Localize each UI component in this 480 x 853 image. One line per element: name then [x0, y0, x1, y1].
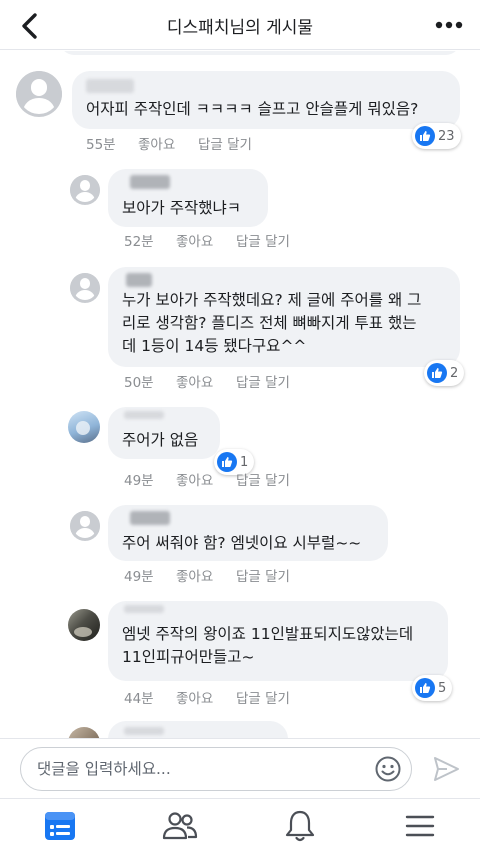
commenter-name-redacted[interactable]	[130, 511, 170, 525]
thumbs-up-icon	[427, 363, 447, 383]
like-link[interactable]: 좋아요	[176, 687, 236, 707]
send-icon[interactable]	[430, 753, 462, 785]
reply-link[interactable]: 답글 달기	[198, 133, 252, 153]
page-title: 디스패치님의 게시물	[166, 18, 314, 38]
avatar[interactable]	[16, 71, 62, 117]
reply-item: 누가 보아가 주작했데요? 제 글에 주어를 왜 그 리로 생각함? 플디즈 전…	[0, 253, 480, 393]
thumbs-up-icon	[415, 678, 435, 698]
comment-composer	[0, 738, 480, 798]
comment-time: 49분	[124, 473, 154, 489]
comment-meta: 55분 좋아요 답글 달기	[86, 133, 252, 153]
reply-link[interactable]: 답글 달기	[236, 565, 290, 585]
reply-link[interactable]: 답글 달기	[236, 230, 290, 250]
comment-text: 보아가 주작했냐ㅋ	[122, 199, 242, 217]
reply-item: 엠넷 주작의 왕이죠 11인발표되지도않았는데 11인피규어만들고~ 5 44분…	[0, 589, 480, 709]
top-app-bar: 디스패치님의 게시물	[0, 0, 480, 50]
comment-time: 49분	[124, 569, 154, 585]
like-link[interactable]: 좋아요	[176, 469, 236, 489]
comment-text: 어자피 주작인데 ㅋㅋㅋㅋ 슬프고 안슬플게 뭐있음?	[86, 100, 419, 118]
comment-meta: 50분 좋아요 답글 달기	[124, 371, 290, 391]
reaction-count-badge[interactable]: 5	[412, 675, 453, 701]
commenter-name-redacted[interactable]	[126, 273, 152, 287]
commenter-name-redacted[interactable]	[124, 605, 164, 613]
menu-icon[interactable]	[400, 807, 440, 845]
comment-time: 55분	[86, 137, 116, 153]
comment-bubble[interactable]: 주어 써줘야 함? 엠넷이요 시부럴~~	[108, 505, 388, 561]
comment-bubble[interactable]: 어자피 주작인데 ㅋㅋㅋㅋ 슬프고 안슬플게 뭐있음?	[72, 71, 460, 129]
comment-time: 44분	[124, 691, 154, 707]
reply-link[interactable]: 답글 달기	[236, 469, 290, 489]
commenter-name-redacted[interactable]	[124, 727, 164, 735]
comment-item: 어자피 주작인데 ㅋㅋㅋㅋ 슬프고 안슬플게 뭐있음? 55분 좋아요 답글 달기 …	[0, 51, 480, 163]
comment-meta: 44분 좋아요 답글 달기	[124, 687, 290, 707]
comment-meta: 49분 좋아요 답글 달기	[124, 565, 290, 585]
more-options-icon[interactable]	[432, 12, 466, 38]
comment-meta: 52분 좋아요 답글 달기	[124, 230, 290, 250]
news-feed-icon[interactable]	[40, 807, 80, 845]
comment-input[interactable]	[20, 747, 412, 791]
commenter-name-redacted[interactable]	[130, 175, 170, 189]
notifications-bell-icon[interactable]	[280, 807, 320, 845]
reaction-count-badge[interactable]: 2	[424, 360, 465, 386]
comment-text: 주어가 없음	[122, 431, 199, 449]
reaction-count-badge[interactable]: 23	[412, 123, 461, 149]
comment-thread[interactable]: 어자피 주작인데 ㅋㅋㅋㅋ 슬프고 안슬플게 뭐있음? 55분 좋아요 답글 달기 …	[0, 51, 480, 738]
reply-link[interactable]: 답글 달기	[236, 371, 290, 391]
like-link[interactable]: 좋아요	[176, 371, 236, 391]
reaction-count: 2	[450, 365, 459, 381]
like-link[interactable]: 좋아요	[176, 230, 236, 250]
reaction-count: 5	[438, 680, 447, 696]
reply-item-partial	[0, 709, 480, 738]
reaction-count: 23	[438, 128, 455, 144]
comment-bubble[interactable]: 누가 보아가 주작했데요? 제 글에 주어를 왜 그 리로 생각함? 플디즈 전…	[108, 267, 460, 367]
avatar-photo[interactable]	[68, 727, 100, 738]
comment-time: 50분	[124, 375, 154, 391]
comment-text: 주어 써줘야 함? 엠넷이요 시부럴~~	[122, 534, 362, 552]
comment-bubble[interactable]: 엠넷 주작의 왕이죠 11인발표되지도않았는데 11인피규어만들고~	[108, 601, 448, 681]
smiley-icon[interactable]	[374, 755, 402, 783]
avatar[interactable]	[70, 273, 100, 303]
comment-time: 52분	[124, 234, 154, 250]
commenter-name-redacted[interactable]	[86, 79, 134, 93]
bottom-tab-bar	[0, 798, 480, 853]
friends-icon[interactable]	[160, 807, 200, 845]
like-link[interactable]: 좋아요	[176, 565, 236, 585]
reply-item: 주어가 없음 1 49분 좋아요 답글 달기	[0, 393, 480, 489]
reply-item: 보아가 주작했냐ㅋ 52분 좋아요 답글 달기	[0, 163, 480, 253]
avatar-photo[interactable]	[68, 609, 100, 641]
reaction-count: 1	[240, 454, 249, 470]
reply-link[interactable]: 답글 달기	[236, 687, 290, 707]
comment-bubble[interactable]: 보아가 주작했냐ㅋ	[108, 169, 268, 227]
comment-bubble[interactable]: 주어가 없음	[108, 407, 220, 459]
comment-text: 누가 보아가 주작했데요? 제 글에 주어를 왜 그 리로 생각함? 플디즈 전…	[122, 291, 422, 355]
commenter-name-redacted[interactable]	[124, 411, 164, 419]
avatar[interactable]	[70, 511, 100, 541]
avatar-photo[interactable]	[68, 411, 100, 443]
comment-bubble[interactable]	[108, 721, 288, 738]
thumbs-up-icon	[415, 126, 435, 146]
avatar[interactable]	[70, 175, 100, 205]
comment-meta: 49분 좋아요 답글 달기	[124, 469, 290, 489]
comment-text: 엠넷 주작의 왕이죠 11인발표되지도않았는데 11인피규어만들고~	[122, 625, 414, 666]
like-link[interactable]: 좋아요	[138, 133, 198, 153]
